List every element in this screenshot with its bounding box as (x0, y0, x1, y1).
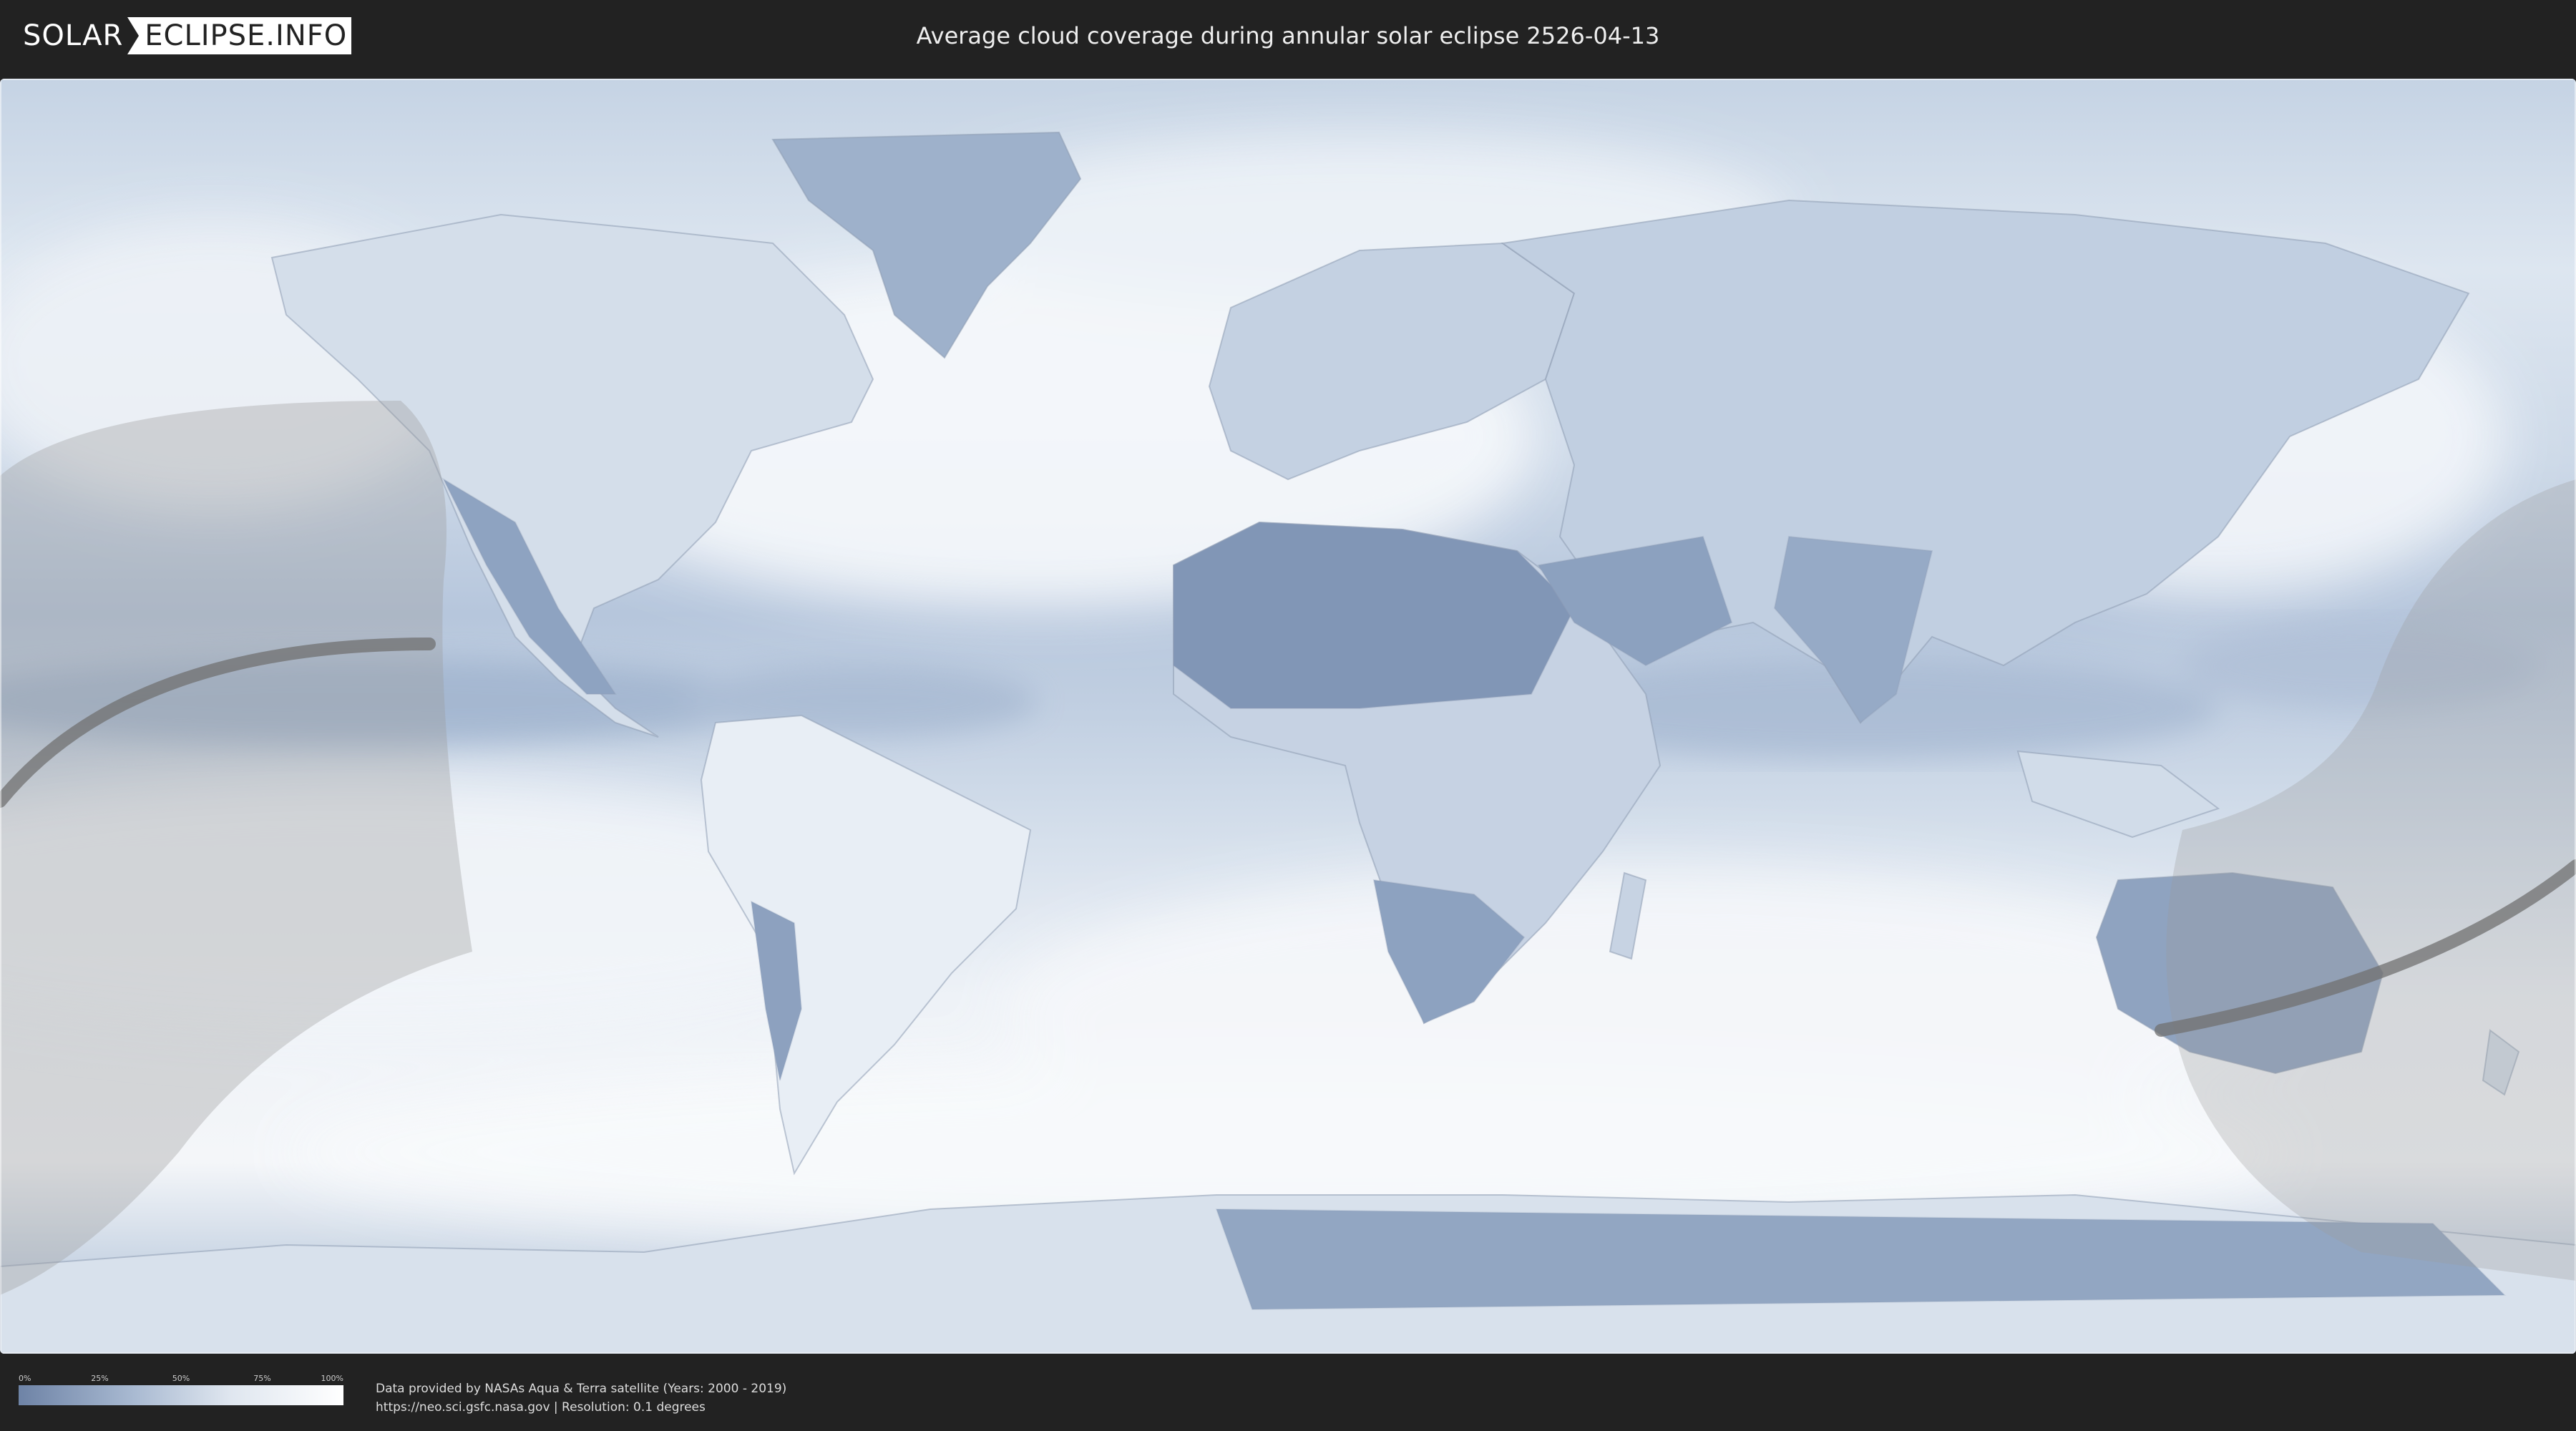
page-frame: SOLAR ECLIPSE.INFO Average cloud coverag… (0, 0, 2576, 1431)
map-svg (0, 79, 2576, 1354)
land-east-antarctica (1215, 1208, 2507, 1311)
footer-bar: 0% 25% 50% 75% 100% Data provided by NAS… (0, 1359, 2576, 1431)
data-credits: Data provided by NASAs Aqua & Terra sate… (376, 1379, 786, 1417)
page-title: Average cloud coverage during annular so… (916, 22, 1660, 49)
legend-ticks: 0% 25% 50% 75% 100% (19, 1374, 343, 1385)
legend-tick-75: 75% (253, 1374, 271, 1383)
legend-tick-25: 25% (91, 1374, 109, 1383)
legend-tick-100: 100% (321, 1374, 343, 1383)
land-sahara (1173, 521, 1576, 709)
cloud-coverage-legend: 0% 25% 50% 75% 100% (19, 1374, 343, 1405)
legend-tick-50: 50% (172, 1374, 190, 1383)
credits-url[interactable]: https://neo.sci.gsfc.nasa.gov | Resoluti… (376, 1398, 786, 1417)
cloud-coverage-map[interactable] (0, 79, 2576, 1354)
legend-tick-0: 0% (19, 1374, 31, 1383)
header-bar: SOLAR ECLIPSE.INFO Average cloud coverag… (0, 0, 2576, 72)
legend-gradient-bar (19, 1385, 343, 1405)
credits-source: Data provided by NASAs Aqua & Terra sate… (376, 1382, 787, 1396)
